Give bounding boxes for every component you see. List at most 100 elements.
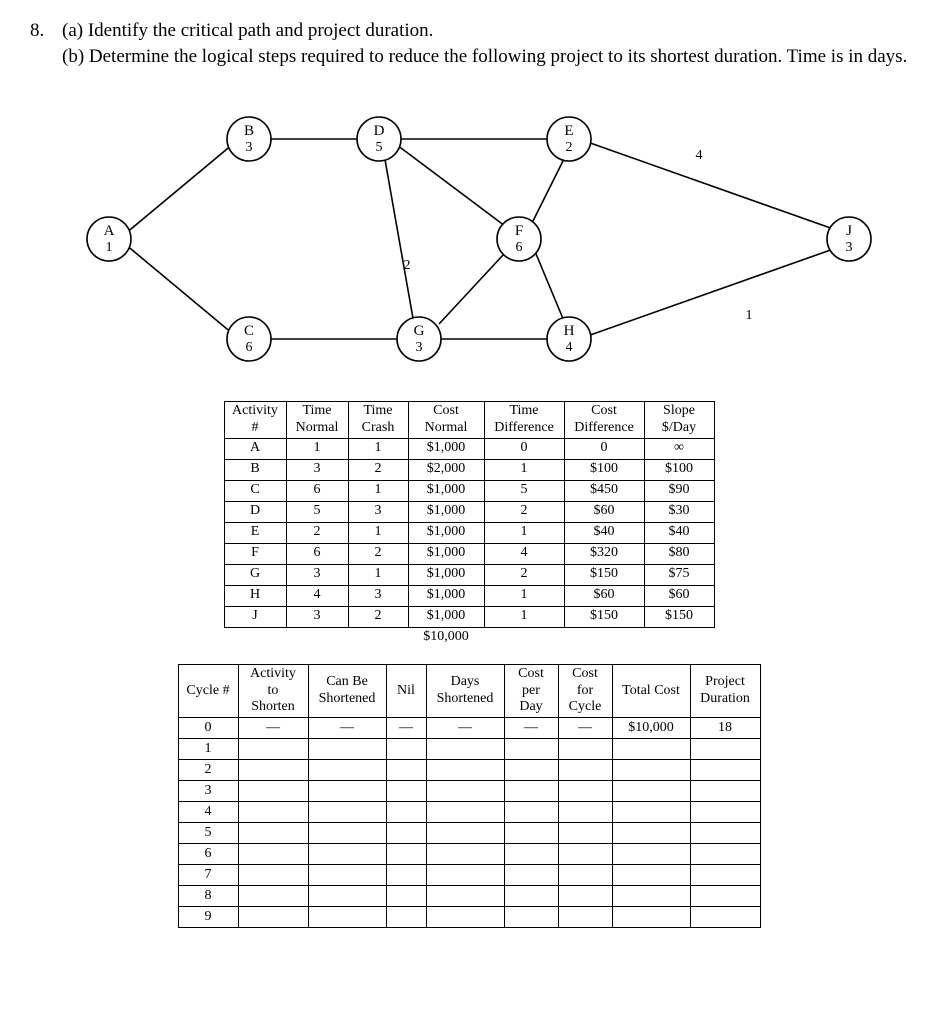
cell — [558, 907, 612, 928]
cell — [504, 823, 558, 844]
col-cost-for-cycle: Cost for Cycle — [558, 664, 612, 717]
cell: 6 — [178, 844, 238, 865]
cell — [690, 802, 760, 823]
cell — [690, 760, 760, 781]
cell: — — [308, 718, 386, 739]
col-cycle: Cycle # — [178, 664, 238, 717]
cell: A — [224, 438, 286, 459]
cell — [238, 907, 308, 928]
table-row: F62$1,0004$320$80 — [224, 543, 714, 564]
cell — [386, 907, 426, 928]
cell: $80 — [644, 543, 714, 564]
cell: $1,000 — [408, 585, 484, 606]
table-row: D53$1,0002$60$30 — [224, 501, 714, 522]
cell: $320 — [564, 543, 644, 564]
cell: 0 — [564, 438, 644, 459]
cell: $2,000 — [408, 459, 484, 480]
col-activity-shorten: Activity to Shorten — [238, 664, 308, 717]
cell — [690, 886, 760, 907]
col-time-crash: Time Crash — [348, 402, 408, 439]
svg-text:F: F — [515, 223, 523, 239]
cell — [612, 844, 690, 865]
cell: — — [426, 718, 504, 739]
cell — [386, 739, 426, 760]
cell: $75 — [644, 564, 714, 585]
cell: 1 — [178, 739, 238, 760]
cell — [558, 844, 612, 865]
cell — [238, 844, 308, 865]
cell: 3 — [286, 564, 348, 585]
col-total-cost: Total Cost — [612, 664, 690, 717]
cell — [308, 823, 386, 844]
cell — [426, 802, 504, 823]
edge-label-d-g: 2 — [404, 258, 411, 273]
cell: $60 — [564, 585, 644, 606]
cell — [612, 781, 690, 802]
cell: 6 — [286, 480, 348, 501]
question-block: 8. (a) Identify the critical path and pr… — [30, 18, 908, 69]
cell: $1,000 — [408, 564, 484, 585]
cell: $40 — [564, 522, 644, 543]
table-row: 5 — [178, 823, 760, 844]
cell: — — [238, 718, 308, 739]
cell — [238, 886, 308, 907]
cell — [386, 886, 426, 907]
cell: $1,000 — [408, 480, 484, 501]
table-row: 1 — [178, 739, 760, 760]
question-part-a: (a) Identify the critical path and proje… — [62, 18, 908, 44]
svg-text:2: 2 — [566, 140, 573, 155]
cell — [308, 802, 386, 823]
table-row: 7 — [178, 865, 760, 886]
cell — [612, 823, 690, 844]
cell — [386, 844, 426, 865]
cell: 5 — [484, 480, 564, 501]
cell: 3 — [178, 781, 238, 802]
cell — [612, 907, 690, 928]
cell — [426, 865, 504, 886]
table-row: 6 — [178, 844, 760, 865]
cell — [558, 739, 612, 760]
cell: 3 — [286, 459, 348, 480]
col-nil: Nil — [386, 664, 426, 717]
node-h: H 4 — [547, 317, 591, 361]
svg-text:3: 3 — [846, 240, 853, 255]
table-row: G31$1,0002$150$75 — [224, 564, 714, 585]
table-row: E21$1,0001$40$40 — [224, 522, 714, 543]
cell — [308, 865, 386, 886]
cell: — — [504, 718, 558, 739]
cell — [386, 823, 426, 844]
cell: $40 — [644, 522, 714, 543]
table-row: 2 — [178, 760, 760, 781]
table-row: H43$1,0001$60$60 — [224, 585, 714, 606]
cell: 1 — [484, 606, 564, 627]
cell: $60 — [644, 585, 714, 606]
table-row: J32$1,0001$150$150 — [224, 606, 714, 627]
cell: 1 — [484, 522, 564, 543]
cell: ∞ — [644, 438, 714, 459]
svg-text:D: D — [374, 123, 385, 139]
cell: 4 — [178, 802, 238, 823]
cell: 5 — [178, 823, 238, 844]
node-f: F 6 — [497, 217, 541, 261]
cell: D — [224, 501, 286, 522]
cell — [690, 844, 760, 865]
cell — [386, 781, 426, 802]
cell — [504, 739, 558, 760]
cell: 3 — [348, 501, 408, 522]
cell: 4 — [286, 585, 348, 606]
cell — [386, 865, 426, 886]
col-cost-normal: Cost Normal — [408, 402, 484, 439]
cell — [308, 844, 386, 865]
cell: $100 — [564, 459, 644, 480]
cell: $1,000 — [408, 438, 484, 459]
cell: 1 — [484, 459, 564, 480]
cell: $1,000 — [408, 501, 484, 522]
svg-text:3: 3 — [246, 140, 253, 155]
cell: $60 — [564, 501, 644, 522]
svg-text:H: H — [564, 323, 575, 339]
cell — [238, 781, 308, 802]
cell: $150 — [644, 606, 714, 627]
crash-cycle-table: Cycle # Activity to Shorten Can Be Short… — [178, 664, 761, 928]
cell — [426, 739, 504, 760]
svg-text:1: 1 — [106, 240, 113, 255]
